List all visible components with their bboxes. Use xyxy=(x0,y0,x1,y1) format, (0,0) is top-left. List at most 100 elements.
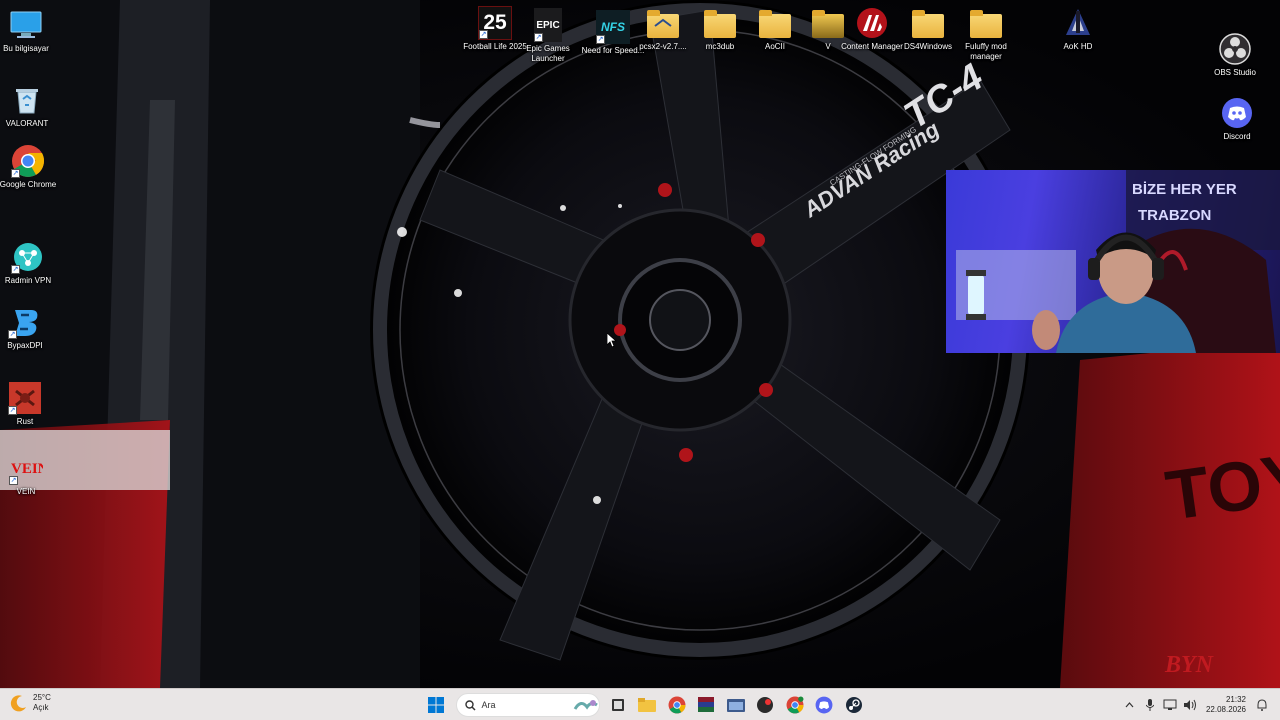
discord-icon xyxy=(1220,96,1254,130)
svg-text:VEIN: VEIN xyxy=(11,461,43,477)
start-button[interactable] xyxy=(422,691,450,719)
weather-widget[interactable]: 25°C Açık xyxy=(10,693,51,713)
desktop-icon-label: Fuluffy mod manager xyxy=(965,42,1007,61)
taskbar-file-explorer[interactable] xyxy=(633,691,661,719)
desktop-icon-vein[interactable]: VEIN ↗ VEIN xyxy=(0,451,58,497)
network-icon xyxy=(1163,699,1177,710)
webcam-banner-line1: BİZE HER YER xyxy=(1132,181,1237,198)
clock-time: 21:32 xyxy=(1225,695,1246,704)
desktop-icon-obs-studio[interactable]: OBS Studio xyxy=(1203,32,1267,78)
epic-games-icon-text: EPIC xyxy=(536,19,560,31)
mouse-cursor-icon xyxy=(607,333,617,347)
speaker-icon xyxy=(1183,699,1196,711)
shortcut-arrow-icon: ↗ xyxy=(8,330,17,339)
taskbar-search-box[interactable]: Ara xyxy=(455,693,600,717)
shortcut-arrow-icon: ↗ xyxy=(8,406,17,415)
taskbar-winrar[interactable] xyxy=(692,691,720,719)
this-pc-monitor-icon xyxy=(9,8,43,42)
taskbar-folder-app[interactable] xyxy=(722,691,750,719)
folder-icon xyxy=(703,6,737,40)
folder-app-icon xyxy=(726,699,745,712)
shortcut-arrow-icon: ↗ xyxy=(11,265,20,274)
shortcut-arrow-icon: ↗ xyxy=(596,35,605,44)
game-app-icon xyxy=(757,697,773,713)
shortcut-arrow-icon: ↗ xyxy=(11,169,20,178)
desktop-icon-radmin-vpn[interactable]: ↗ Radmin VPN xyxy=(0,240,60,286)
winrar-icon xyxy=(698,697,714,712)
desktop-icon-label: Bu bilgisayar xyxy=(3,44,49,53)
webcam-scene: BİZE HER YER TRABZON xyxy=(956,170,1280,353)
desktop-icon-aok-hd[interactable]: AoK HD xyxy=(1046,6,1110,52)
desktop-icon-label: Radmin VPN xyxy=(4,276,52,285)
wallpaper-signature: BYN xyxy=(1164,652,1215,678)
desktop-icon-label: BypaxDPI xyxy=(7,341,43,350)
taskbar-center: Ara xyxy=(422,691,869,719)
desktop-icon-label: OBS Studio xyxy=(1214,68,1256,77)
notification-bell-icon xyxy=(1257,699,1267,711)
desktop-icon-rust[interactable]: ↗ Rust xyxy=(0,381,57,427)
desktop-icon-label: AoK HD xyxy=(1063,42,1093,51)
desktop-icon-fluffy-mod-manager[interactable]: Fuluffy mod manager xyxy=(954,6,1018,62)
epic-games-icon: EPIC ↗ xyxy=(534,8,562,42)
chrome-icon xyxy=(668,696,685,714)
discord-icon xyxy=(815,696,833,714)
desktop-icon-google-chrome[interactable]: ↗ Google Chrome xyxy=(0,144,60,190)
desktop-icon-epic-games[interactable]: EPIC ↗ Epic Games Launcher xyxy=(516,8,580,64)
system-tray: 21:32 22.08.2026 xyxy=(1120,689,1272,720)
task-view-button[interactable] xyxy=(604,691,632,719)
notifications-button[interactable] xyxy=(1252,695,1272,715)
volume-button[interactable] xyxy=(1180,695,1200,715)
chrome-alt-icon xyxy=(786,696,803,714)
search-placeholder: Ara xyxy=(481,700,496,710)
desktop-icon-bypaxdpi[interactable]: ↗ BypaxDPI xyxy=(0,305,57,351)
folder-icon xyxy=(911,6,945,40)
microphone-button[interactable] xyxy=(1140,695,1160,715)
steam-icon xyxy=(845,697,862,713)
taskbar-game-app[interactable] xyxy=(751,691,779,719)
rust-icon: ↗ xyxy=(8,381,42,415)
desktop-icon-discord[interactable]: Discord xyxy=(1205,96,1269,142)
webcam-banner-line2: TRABZON xyxy=(1138,207,1211,224)
weather-temperature: 25°C xyxy=(33,693,51,702)
assetto-corsa-icon xyxy=(855,6,889,40)
radmin-vpn-icon: ↗ xyxy=(11,240,45,274)
shortcut-arrow-icon: ↗ xyxy=(534,33,543,42)
task-view-icon xyxy=(611,699,624,711)
taskbar-discord[interactable] xyxy=(810,691,838,719)
windows-start-icon xyxy=(428,697,444,713)
chevron-up-icon xyxy=(1126,702,1134,708)
taskbar-steam[interactable] xyxy=(840,691,868,719)
clock-date: 22.08.2026 xyxy=(1205,705,1246,714)
desktop-icon-label: VEIN xyxy=(16,487,36,496)
file-explorer-icon xyxy=(638,698,656,712)
folder-icon xyxy=(969,6,1003,40)
desktop-icon-label: VALORANT xyxy=(5,119,49,128)
weather-moon-icon xyxy=(10,695,26,712)
recycle-bin-icon xyxy=(10,83,44,117)
desktop-icon-valorant[interactable]: VALORANT xyxy=(0,83,59,129)
shortcut-arrow-icon: ↗ xyxy=(9,476,18,485)
bypaxdpi-icon: ↗ xyxy=(8,305,42,339)
chrome-icon: ↗ xyxy=(11,144,45,178)
need-for-speed-icon-text: NFS xyxy=(601,20,625,34)
taskbar-clock[interactable]: 21:32 22.08.2026 xyxy=(1206,695,1246,715)
shortcut-arrow-icon: ↗ xyxy=(479,30,488,39)
desktop-icon-this-pc[interactable]: Bu bilgisayar xyxy=(0,8,58,54)
microphone-icon xyxy=(1145,699,1154,711)
desktop-icon-label: Discord xyxy=(1223,132,1251,141)
taskbar-chrome[interactable] xyxy=(663,691,691,719)
desktop-icon-label: Rust xyxy=(16,417,34,426)
desktop-icon-label: Epic Games Launcher xyxy=(526,44,570,63)
football-life-icon: 25 ↗ xyxy=(478,6,512,40)
aok-hd-icon xyxy=(1061,6,1095,40)
weather-description: Açık xyxy=(33,703,49,712)
desktop-icon-label: Google Chrome xyxy=(0,180,57,189)
need-for-speed-icon: NFS ↗ xyxy=(596,10,630,44)
vein-icon: VEIN ↗ xyxy=(9,451,43,485)
taskbar-chrome-alt[interactable] xyxy=(781,691,809,719)
search-highlight-icon xyxy=(573,700,598,710)
tray-overflow-button[interactable] xyxy=(1120,695,1140,715)
network-button[interactable] xyxy=(1160,695,1180,715)
folder-icon xyxy=(758,6,792,40)
taskbar: 25°C Açık Ara 21:32 22.08.2026 xyxy=(0,688,1280,720)
